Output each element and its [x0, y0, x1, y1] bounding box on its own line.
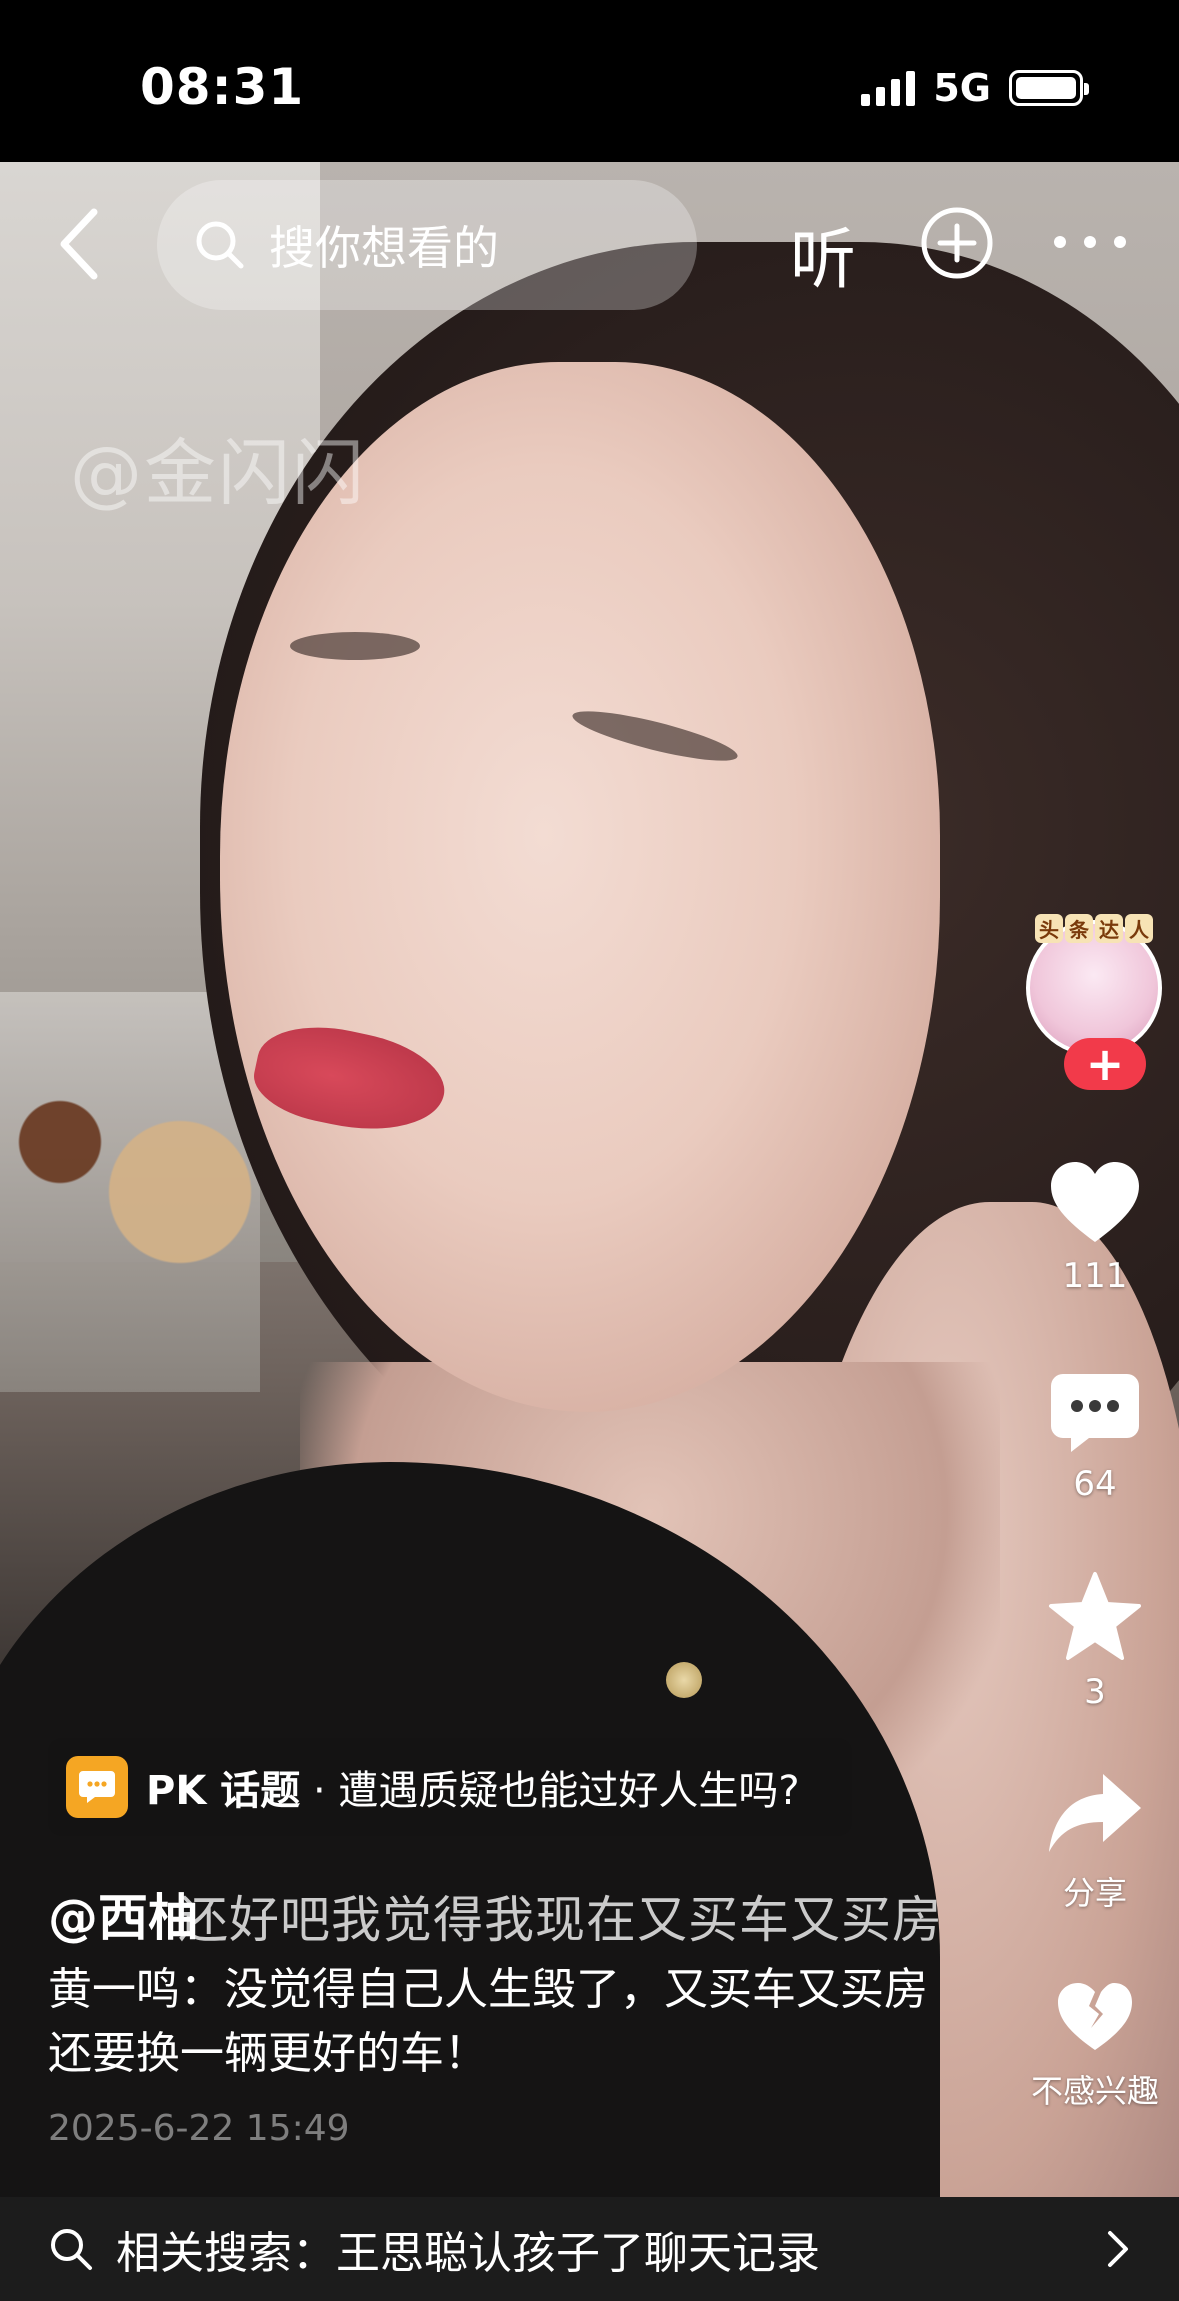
left-eye [290, 632, 420, 660]
listen-button[interactable]: 听 [790, 206, 856, 302]
not-interested-label: 不感兴趣 [1030, 2072, 1159, 2110]
post-description[interactable]: 黄一鸣：没觉得自己人生毁了，又买车又买房还要换一辆更好的车！ [48, 1958, 968, 2086]
comment-button[interactable]: 64 [1010, 1370, 1179, 1504]
like-count: 111 [1062, 1256, 1128, 1296]
status-indicators: 5G [861, 66, 1089, 110]
search-icon [196, 221, 244, 269]
comment-count: 64 [1073, 1464, 1117, 1504]
face [220, 362, 940, 1412]
like-button[interactable]: 111 [1010, 1160, 1179, 1296]
post-timestamp: 2025-6-22 15:49 [48, 2108, 350, 2149]
network-label: 5G [933, 66, 991, 110]
share-icon [1049, 1774, 1141, 1852]
add-icon[interactable] [920, 206, 994, 280]
related-search-bar[interactable]: 相关搜索：王思聪认孩子了聊天记录 [0, 2197, 1179, 2301]
author-name[interactable]: @西柚 [48, 1878, 198, 1950]
favorite-count: 3 [1084, 1672, 1106, 1712]
pk-topic-text: PK 话题 · 遭遇质疑也能过好人生吗? [146, 1768, 800, 1814]
video-subtitle: 还好吧我觉得我现在又买车又买房 [178, 1891, 943, 1949]
related-search-text: 相关搜索：王思聪认孩子了聊天记录 [116, 2228, 820, 2279]
follow-button[interactable]: + [1064, 1038, 1146, 1090]
status-bar: 08:31 5G [0, 0, 1179, 162]
search-input[interactable]: 搜你想看的 [157, 180, 697, 310]
comment-icon [1051, 1374, 1139, 1452]
share-button[interactable]: 分享 [1010, 1770, 1179, 1914]
chat-bubble-icon [66, 1756, 128, 1818]
more-icon[interactable] [1050, 232, 1130, 252]
not-interested-button[interactable]: 不感兴趣 [1010, 1980, 1179, 2112]
share-label: 分享 [1062, 1874, 1127, 1912]
broken-heart-icon [1058, 1983, 1132, 2050]
top-nav: 搜你想看的 听 [0, 180, 1179, 310]
status-time: 08:31 [140, 58, 305, 116]
favorite-button[interactable]: 3 [1010, 1570, 1179, 1712]
heart-icon [1051, 1162, 1139, 1242]
battery-icon [1009, 70, 1089, 106]
chevron-right-icon [1108, 2231, 1128, 2267]
search-icon [51, 2229, 92, 2270]
signal-icon [861, 70, 916, 106]
necklace-pendant [666, 1662, 702, 1698]
search-placeholder: 搜你想看的 [269, 221, 499, 275]
author-avatar-group[interactable]: 头条达人 + [1026, 914, 1166, 1100]
video-watermark: @金闪闪 [70, 431, 367, 515]
pk-topic-banner[interactable]: PK 话题 · 遭遇质疑也能过好人生吗? [48, 1738, 852, 1836]
star-icon [1049, 1572, 1141, 1660]
creator-badge: 头条达人 [1026, 914, 1162, 943]
back-icon[interactable] [52, 204, 112, 284]
